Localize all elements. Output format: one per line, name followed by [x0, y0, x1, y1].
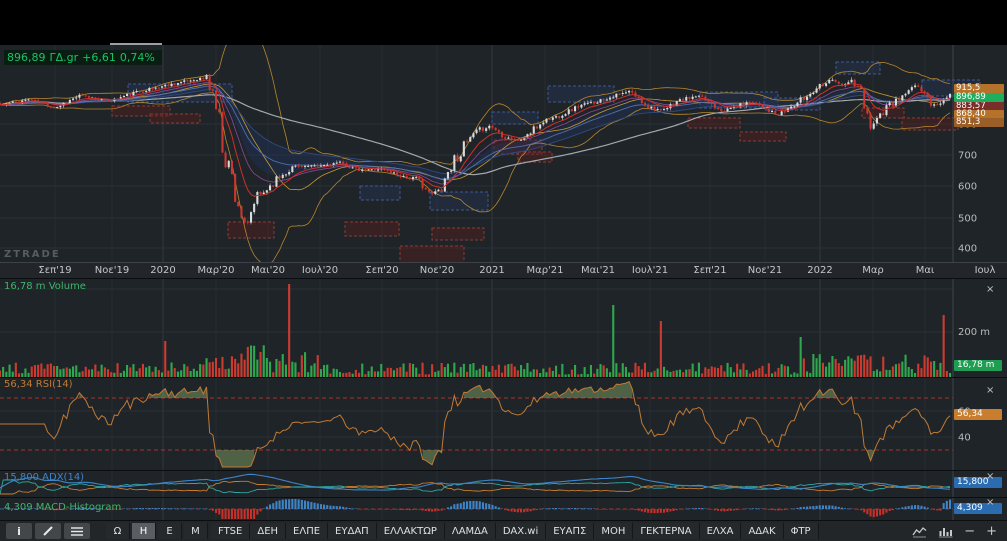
date-tick: Μαι'21: [580, 265, 616, 276]
price-badge: 896,89: [954, 93, 1004, 102]
rsi-label: 56,34 RSI(14): [4, 379, 73, 390]
date-tick: Ιουλ'21: [631, 265, 669, 276]
macd-label: 4,309 MACD-Histogram: [4, 502, 122, 513]
date-tick: 2022: [807, 265, 833, 276]
date-axis[interactable]: Σεπ'19 Νοε'19 2020 Μαρ'20 Μαι'20 Ιουλ'20 Σεπ'2…: [0, 262, 1007, 278]
symbol-button-ΕΥΑΠΣ[interactable]: ΕΥΑΠΣ: [546, 523, 595, 539]
zoom-in-button[interactable]: +: [982, 523, 1001, 539]
bar-chart-glyph: [939, 527, 953, 537]
adx-canvas: [0, 471, 954, 497]
date-tick: Σεπ'20: [365, 265, 399, 276]
date-tick: Ιουλ'20: [301, 265, 339, 276]
top-black-strip: [0, 0, 1007, 45]
quote-label: 896,89 ΓΔ.gr +6,61 0,74%: [4, 50, 162, 65]
svg-text:600: 600: [958, 182, 977, 193]
interval-button-Ε[interactable]: Ε: [158, 523, 182, 539]
symbol-group: FTSE ΔΕΗ ΕΛΠΕ ΕΥΔΑΠ ΕΛΛΑΚΤΩΡ ΛΑΜΔΑ DAX.wi ΕΥΑΠΣ…: [211, 523, 819, 539]
date-tick: Μαι: [915, 265, 935, 276]
symbol-button-DAX.wi[interactable]: DAX.wi: [495, 523, 547, 539]
date-tick: Μαρ'21: [526, 265, 564, 276]
rsi-value-badge: 56,34: [954, 409, 1002, 420]
volume-canvas: 200 m: [0, 279, 990, 377]
bottom-toolbar: i ΩΗΕΜ FTSE ΔΕΗ ΕΛΠΕ ΕΥΔΑΠ ΕΛΛΑΚΤΩΡ ΛΑΜΔΑ DAX.…: [0, 520, 1007, 541]
quote-change: +6,61: [82, 51, 116, 64]
date-tick: 2021: [479, 265, 505, 276]
symbol-button-ΓΕΚΤΕΡΝΑ[interactable]: ΓΕΚΤΕΡΝΑ: [633, 523, 700, 539]
date-tick: Μαρ: [862, 265, 884, 276]
symbol-button-ΕΛΛΑΚΤΩΡ[interactable]: ΕΛΛΑΚΤΩΡ: [376, 523, 445, 539]
pencil-glyph: [43, 526, 53, 536]
symbol-button-ΕΛΧΑ[interactable]: ΕΛΧΑ: [699, 523, 742, 539]
svg-text:400: 400: [958, 244, 977, 255]
symbol-button-ΕΛΠΕ[interactable]: ΕΛΠΕ: [286, 523, 329, 539]
adx-close-icon[interactable]: ×: [986, 472, 994, 482]
line-chart-icon[interactable]: [908, 523, 931, 539]
volume-label: 16,78 m Volume: [4, 281, 86, 292]
list-glyph: [71, 527, 83, 536]
symbol-button-ΕΥΔΑΠ[interactable]: ΕΥΔΑΠ: [328, 523, 377, 539]
trading-app-window: 800700600500400 896,89ΓΔ.gr+6,610,74% ZT…: [0, 0, 1007, 541]
date-tick: Νοε'19: [94, 265, 130, 276]
volume-close-icon[interactable]: ×: [986, 285, 994, 295]
symbol-button-ΦΤΡ[interactable]: ΦΤΡ: [783, 523, 819, 539]
adx-value-badge: 15,800: [954, 477, 1002, 488]
date-tick: Ιουλ: [974, 265, 996, 276]
info-icon[interactable]: i: [6, 523, 32, 539]
quote-symbol: ΓΔ.gr: [49, 51, 79, 64]
macd-close-icon[interactable]: ×: [986, 498, 994, 508]
date-tick: Μαι'20: [250, 265, 286, 276]
rsi-canvas: 6040: [0, 378, 971, 470]
interval-button-Μ[interactable]: Μ: [184, 523, 208, 539]
platform-watermark: ZTRADE: [4, 249, 61, 260]
symbol-button-ΛΑΜΔΑ[interactable]: ΛΑΜΔΑ: [444, 523, 496, 539]
interval-group: ΩΗΕΜ: [106, 523, 208, 539]
volume-value-badge: 16,78 m: [954, 360, 1002, 371]
line-chart-glyph: [912, 526, 927, 537]
macd-value-badge: 4,309: [954, 503, 1002, 514]
rsi-panel[interactable]: 6040 56,34 RSI(14) 56,34 ×: [0, 377, 1007, 470]
macd-panel[interactable]: 4,309 MACD-Histogram 4,309 ×: [0, 497, 1007, 520]
date-tick: 2020: [150, 265, 176, 276]
interval-button-Η[interactable]: Η: [132, 523, 156, 539]
svg-text:40: 40: [958, 433, 971, 444]
adx-label: 15,800 ADX(14): [4, 472, 85, 483]
symbol-button-ΑΔΑΚ[interactable]: ΑΔΑΚ: [741, 523, 784, 539]
date-tick: Μαρ'20: [197, 265, 235, 276]
date-tick: Σεπ'19: [38, 265, 72, 276]
zoom-out-button[interactable]: −: [960, 523, 979, 539]
bar-chart-icon[interactable]: [934, 523, 957, 539]
symbol-button-ΜΟΗ[interactable]: ΜΟΗ: [594, 523, 634, 539]
quote-change-pct: 0,74%: [119, 51, 155, 64]
svg-text:700: 700: [958, 151, 977, 162]
quote-last: 896,89: [7, 51, 46, 64]
price-chart-canvas[interactable]: 800700600500400: [0, 45, 1007, 262]
indicator-list-icon[interactable]: [64, 523, 90, 539]
rsi-close-icon[interactable]: ×: [986, 386, 994, 396]
svg-text:200 m: 200 m: [958, 327, 990, 338]
interval-button-Ω[interactable]: Ω: [106, 523, 130, 539]
macd-canvas: [0, 498, 954, 520]
date-tick: Νοε'20: [419, 265, 455, 276]
svg-text:500: 500: [958, 214, 977, 225]
draw-icon[interactable]: [35, 523, 61, 539]
symbol-button-ΔΕΗ[interactable]: ΔΕΗ: [250, 523, 287, 539]
date-tick: Σεπ'21: [693, 265, 727, 276]
symbol-button-FTSE[interactable]: FTSE: [211, 523, 251, 539]
date-tick: Νοε'21: [747, 265, 783, 276]
price-badge: 851,3: [954, 118, 1004, 127]
main-price-chart-panel[interactable]: 800700600500400 896,89ΓΔ.gr+6,610,74% ZT…: [0, 45, 1007, 262]
volume-panel[interactable]: 200 m 16,78 m Volume 16,78 m ×: [0, 278, 1007, 377]
adx-panel[interactable]: 15,800 ADX(14) 15,800 ×: [0, 470, 1007, 497]
